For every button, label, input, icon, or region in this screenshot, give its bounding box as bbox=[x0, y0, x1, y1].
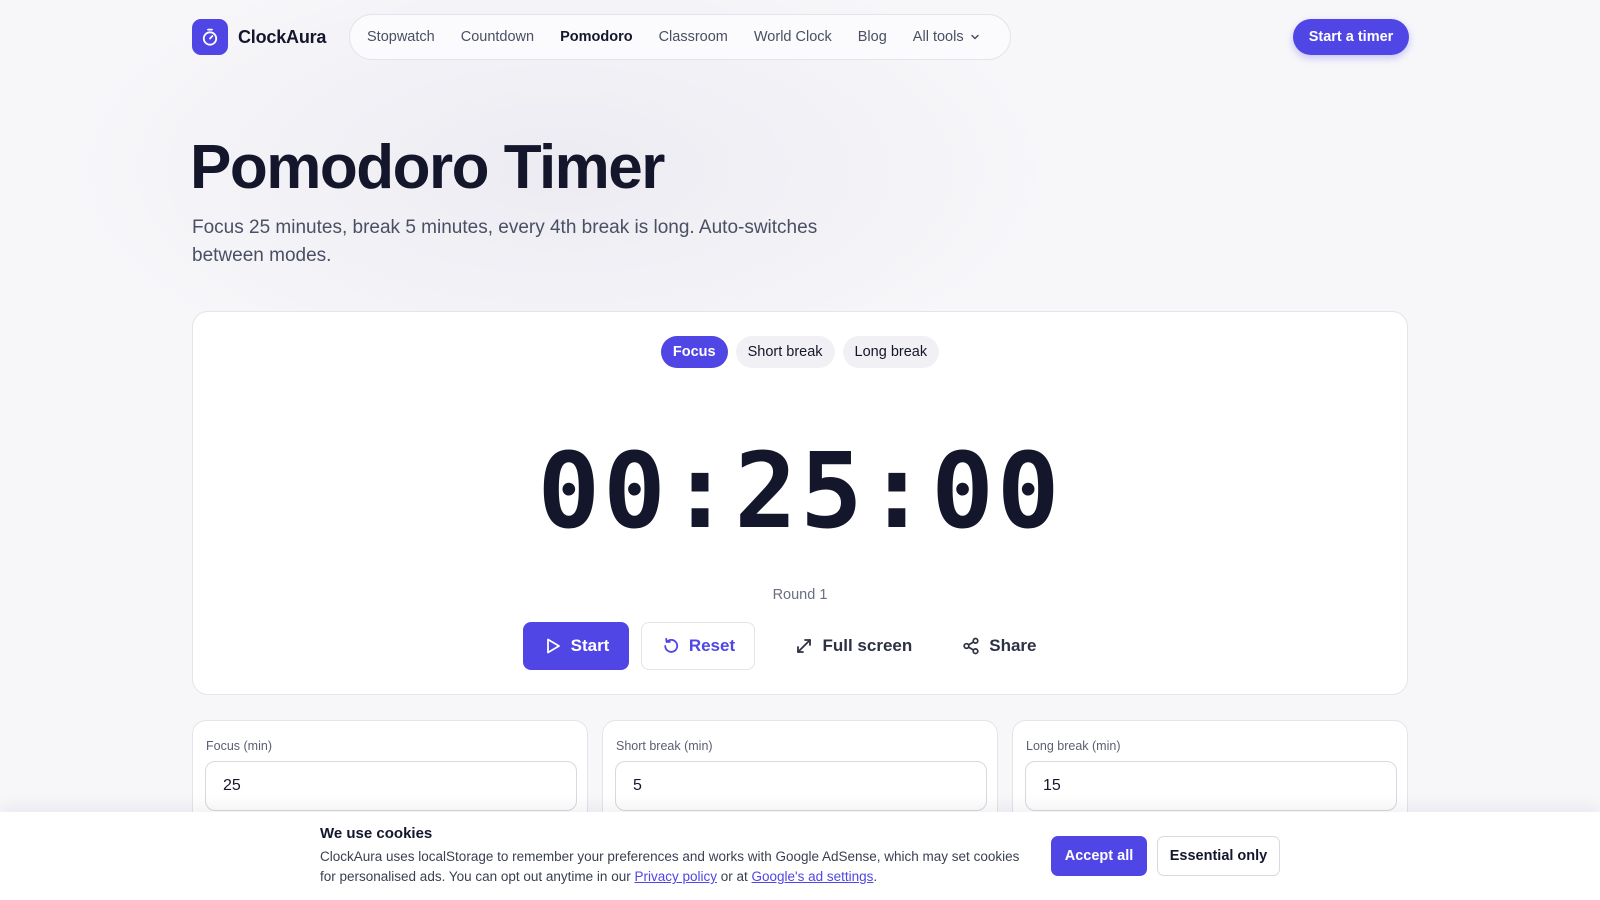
long-break-minutes-input[interactable] bbox=[1025, 761, 1397, 811]
timer-card: Focus Short break Long break 00:25:00 Ro… bbox=[192, 311, 1408, 695]
page-title: Pomodoro Timer bbox=[190, 133, 665, 202]
expand-icon bbox=[797, 639, 812, 653]
nav-item-world-clock[interactable]: World Clock bbox=[754, 29, 832, 45]
privacy-policy-link[interactable]: Privacy policy bbox=[634, 869, 717, 884]
play-icon bbox=[546, 638, 560, 654]
nav-item-countdown[interactable]: Countdown bbox=[461, 29, 534, 45]
all-tools-dropdown[interactable]: All tools bbox=[913, 29, 980, 45]
focus-minutes-label: Focus (min) bbox=[206, 739, 272, 753]
fullscreen-button[interactable]: Full screen bbox=[785, 622, 922, 670]
share-icon bbox=[963, 637, 979, 655]
share-label: Share bbox=[989, 636, 1037, 655]
nav-item-blog[interactable]: Blog bbox=[858, 29, 887, 45]
mode-tabs: Focus Short break Long break bbox=[193, 336, 1407, 368]
reset-label: Reset bbox=[688, 636, 736, 655]
start-button[interactable]: Start bbox=[523, 622, 630, 670]
timer-actions: Start Reset Full screen Share bbox=[193, 622, 1407, 670]
essential-only-button[interactable]: Essential only bbox=[1157, 836, 1280, 876]
all-tools-label: All tools bbox=[912, 29, 964, 45]
main-nav: Stopwatch Countdown Pomodoro Classroom W… bbox=[349, 14, 1011, 60]
cookie-text-middle: or at bbox=[717, 869, 752, 884]
long-break-minutes-label: Long break (min) bbox=[1026, 739, 1121, 753]
time-display: 00:25:00 bbox=[537, 430, 1063, 552]
cookie-title: We use cookies bbox=[320, 825, 433, 842]
stopwatch-icon bbox=[192, 19, 228, 55]
chevron-down-icon bbox=[970, 34, 979, 40]
round-label: Round 1 bbox=[772, 587, 828, 603]
reset-icon bbox=[664, 637, 678, 653]
reset-button[interactable]: Reset bbox=[641, 622, 756, 670]
google-ad-settings-link[interactable]: Google's ad settings bbox=[752, 869, 874, 884]
nav-item-stopwatch[interactable]: Stopwatch bbox=[367, 29, 435, 45]
short-break-minutes-label: Short break (min) bbox=[616, 739, 713, 753]
brand-link[interactable]: ClockAura bbox=[192, 19, 326, 55]
tab-short-break[interactable]: Short break bbox=[735, 336, 835, 368]
cookie-text-after: . bbox=[873, 869, 878, 884]
nav-item-pomodoro[interactable]: Pomodoro bbox=[560, 29, 633, 45]
page-subtitle: Focus 25 minutes, break 5 minutes, every… bbox=[192, 217, 818, 266]
tab-focus[interactable]: Focus bbox=[660, 336, 728, 368]
accept-all-button[interactable]: Accept all bbox=[1051, 836, 1147, 876]
start-label: Start bbox=[570, 636, 610, 655]
fullscreen-label: Full screen bbox=[822, 636, 913, 655]
short-break-minutes-input[interactable] bbox=[615, 761, 987, 811]
cookie-text: ClockAura uses localStorage to remember … bbox=[320, 847, 1020, 887]
focus-minutes-input[interactable] bbox=[205, 761, 577, 811]
tab-long-break[interactable]: Long break bbox=[842, 336, 940, 368]
start-a-timer-button[interactable]: Start a timer bbox=[1293, 19, 1409, 55]
nav-item-classroom[interactable]: Classroom bbox=[659, 29, 728, 45]
share-button[interactable]: Share bbox=[952, 622, 1046, 670]
cookie-banner: We use cookies ClockAura uses localStora… bbox=[0, 812, 1600, 900]
brand-name: ClockAura bbox=[238, 26, 327, 47]
site-header: ClockAura Stopwatch Countdown Pomodoro C… bbox=[0, 0, 1600, 74]
